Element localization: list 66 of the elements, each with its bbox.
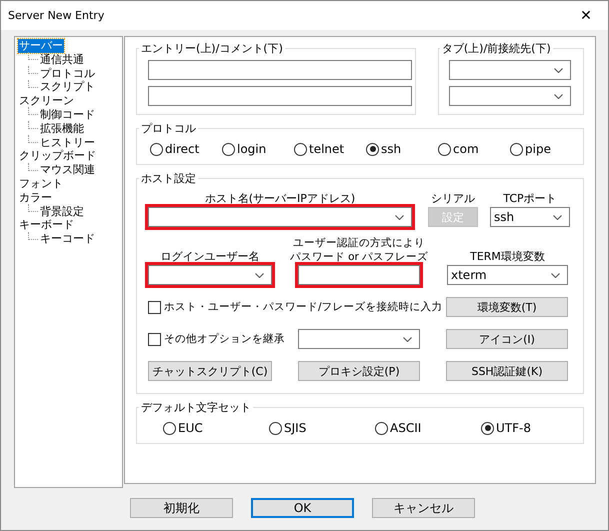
group-label: プロトコル (140, 121, 197, 136)
checkbox[interactable]: ホスト・ユーザー・パスワード/フレーズを接続時に入力 (148, 300, 443, 314)
chevron-down-icon (553, 214, 562, 220)
comment-field[interactable] (148, 86, 412, 106)
radio-option[interactable]: com (438, 142, 510, 156)
radio-option[interactable]: pipe (510, 142, 582, 156)
group-label: デフォルト文字セット (140, 400, 252, 415)
chevron-down-icon (554, 94, 563, 98)
chat-script-button[interactable]: チャットスクリプト(C) (148, 361, 272, 381)
field-label: パスワード or パスフレーズ (290, 251, 428, 263)
tree-item[interactable]: キーコード (39, 232, 96, 246)
radio-option[interactable]: login (222, 142, 294, 156)
tcp-port-dropdown[interactable]: ssh (490, 207, 570, 227)
entry-field[interactable] (148, 60, 412, 80)
chevron-down-icon (255, 272, 264, 278)
dialog-button[interactable]: OK (251, 498, 354, 518)
group-label: ホスト設定 (140, 171, 197, 186)
radio-option[interactable]: telnet (294, 142, 366, 156)
field-label: シリアル (430, 192, 476, 205)
radio-option[interactable]: SJIS (269, 421, 375, 435)
tree-item[interactable]: カラー (18, 190, 53, 205)
window-title: Server New Entry (7, 9, 104, 22)
hostname-dropdown[interactable] (148, 207, 412, 227)
tree-item[interactable]: フォント (18, 176, 64, 191)
login-user-dropdown[interactable] (148, 265, 272, 285)
radio-option[interactable]: EUC (163, 421, 269, 435)
checkbox[interactable]: その他オプションを継承 (148, 332, 285, 346)
field-label: TCPポート (502, 192, 558, 205)
environment-variables-button[interactable]: 環境変数(T) (446, 297, 568, 317)
inherit-dropdown[interactable] (298, 329, 420, 349)
field-label: ホスト名(サーバーIPアドレス) (204, 192, 356, 205)
field-label: ユーザー認証の方式により (293, 237, 425, 249)
group-label: エントリー(上)/コメント(下) (140, 41, 284, 56)
chevron-down-icon (554, 68, 563, 72)
chevron-down-icon (403, 336, 412, 342)
tab-dropdown[interactable] (448, 60, 571, 80)
tree-item[interactable]: プロトコル (39, 66, 96, 80)
tree-item[interactable]: スクリーン (18, 94, 75, 108)
ssh-key-button[interactable]: SSH認証鍵(K) (446, 361, 568, 381)
tree-item[interactable]: 制御コード (39, 108, 96, 122)
term-dropdown[interactable]: xterm (447, 265, 568, 285)
tree-item[interactable]: 通信共通 (39, 52, 85, 67)
dialog-button[interactable]: キャンセル (372, 498, 475, 518)
tree-item[interactable]: クリップボード (18, 149, 97, 164)
tree-item[interactable]: スクリプト (39, 80, 96, 94)
tree-item[interactable]: 背景設定 (39, 204, 85, 218)
radio-option[interactable]: UTF-8 (481, 421, 587, 435)
tree-item[interactable]: サーバー (18, 39, 64, 53)
radio-option[interactable]: direct (150, 142, 222, 156)
previous-host-dropdown[interactable] (448, 86, 571, 106)
group-label: タブ(上)/前接続先(下) (440, 41, 552, 56)
icon-button[interactable]: アイコン(I) (446, 329, 568, 349)
tree-item[interactable]: ヒストリー (39, 136, 96, 150)
field-label: ログインユーザー名 (160, 250, 260, 263)
tree-item[interactable]: キーボード (18, 218, 75, 232)
dialog-button[interactable]: 初期化 (130, 498, 233, 518)
radio-option[interactable]: ssh (366, 142, 438, 156)
chevron-down-icon (551, 272, 560, 278)
radio-option[interactable]: ASCII (375, 421, 481, 435)
password-field[interactable] (298, 265, 420, 285)
chevron-down-icon (395, 214, 404, 220)
tree-item[interactable]: 拡張機能 (39, 122, 85, 136)
tree-item[interactable]: マウス関連 (39, 163, 96, 177)
close-button[interactable]: ✕ (564, 1, 608, 30)
field-label: TERM環境変数 (469, 250, 546, 263)
proxy-settings-button[interactable]: プロキシ設定(P) (298, 361, 420, 381)
